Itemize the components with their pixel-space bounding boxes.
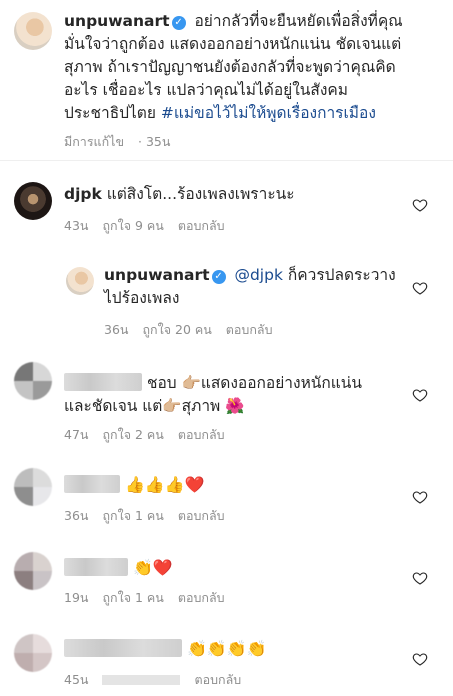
comment-text: แต่สิงโต...ร้องเพลงเพราะนะ <box>106 185 295 203</box>
comment-text-line-2: และชัดเจน แต่👉🏼สุภาพ 🌺 <box>64 397 245 415</box>
post-time: 35น <box>145 134 171 149</box>
heart-outline-icon[interactable] <box>412 197 428 213</box>
reply-mention[interactable]: @djpk <box>234 266 282 284</box>
comment-body: 👏❤️ <box>64 556 173 580</box>
blurred-likes <box>102 675 181 685</box>
comment-likes[interactable]: ถูกใจ 9 คน <box>102 218 163 233</box>
comment-meta: 47น ถูกใจ 2 คน ตอบกลับ <box>64 425 239 445</box>
reply-button[interactable]: ตอบกลับ <box>194 672 241 687</box>
comment-time: 36น <box>64 508 89 523</box>
caption-line-4: อะไร เชื่ออะไร แปลว่าคุณไม่ได้อยู่ในสังค… <box>64 81 349 99</box>
comment-likes[interactable]: ถูกใจ 2 คน <box>102 427 163 442</box>
divider <box>0 160 453 161</box>
comment-time: 19น <box>64 590 89 605</box>
comment-meta: 45น ตอบกลับ <box>64 670 255 690</box>
heart-outline-icon[interactable] <box>412 651 428 667</box>
comment-time: 47น <box>64 427 89 442</box>
reply-text-line-1: ก็ควรปลดระวาง <box>287 266 396 284</box>
comment-avatar[interactable] <box>14 468 52 506</box>
comment-body: 👍👍👍❤️ <box>64 473 205 497</box>
reply-button[interactable]: ตอบกลับ <box>178 218 225 233</box>
verified-badge-icon: ✓ <box>211 270 226 284</box>
comment-likes[interactable]: ถูกใจ 1 คน <box>102 590 163 605</box>
comment-meta: 43น ถูกใจ 9 คน ตอบกลับ <box>64 216 239 236</box>
reply-body: unpuwanart ✓ @djpk ก็ควรปลดระวาง ไปร้องเพ… <box>104 264 404 310</box>
comment-time: 45น <box>64 672 89 687</box>
comment-text: 👏❤️ <box>132 558 173 577</box>
comment-likes[interactable]: ถูกใจ 20 คน <box>142 322 211 337</box>
blurred-username[interactable] <box>64 373 142 391</box>
comment-meta: 19น ถูกใจ 1 คน ตอบกลับ <box>64 588 239 608</box>
edited-label: มีการแก้ไข <box>64 134 124 149</box>
comment-body: 👏👏👏👏 <box>64 637 267 661</box>
heart-outline-icon[interactable] <box>412 570 428 586</box>
reply-button[interactable]: ตอบกลับ <box>226 322 273 337</box>
reply-button[interactable]: ตอบกลับ <box>178 427 225 442</box>
comment-avatar[interactable] <box>14 362 52 400</box>
caption-line-5: ประชาธิปไตย <box>64 104 156 122</box>
comment-avatar[interactable] <box>14 182 52 220</box>
comment-avatar[interactable] <box>14 634 52 672</box>
comment-body: djpk แต่สิงโต...ร้องเพลงเพราะนะ <box>64 183 295 206</box>
blurred-username[interactable] <box>64 475 120 493</box>
comment-body: ชอบ 👉🏼แสดงออกอย่างหนักแน่น และชัดเจน แต่… <box>64 372 404 418</box>
post-meta: มีการแก้ไข · 35น <box>64 134 171 149</box>
comment-text: 👏👏👏👏 <box>186 639 267 658</box>
caption-line-3: สุภาพ ถ้าเราปัญญาชนยังต้องกลัวที่จะพูดว่… <box>64 58 396 76</box>
reply-text-line-2: ไปร้องเพลง <box>104 289 180 307</box>
comment-text-line-1: ชอบ 👉🏼แสดงออกอย่างหนักแน่น <box>146 374 362 392</box>
reply-button[interactable]: ตอบกลับ <box>178 590 225 605</box>
comment-time: 36น <box>104 322 129 337</box>
post-hashtag[interactable]: #แม่ขอไว้ไม่ให้พูดเรื่องการเมือง <box>161 104 376 122</box>
comment-likes[interactable]: ถูกใจ 1 คน <box>102 508 163 523</box>
caption-line-2: มั่นใจว่าถูกต้อง แสดงออกอย่างหนักแน่น ชั… <box>64 35 402 53</box>
post-author-avatar[interactable] <box>14 12 52 50</box>
reply-meta: 36น ถูกใจ 20 คน ตอบกลับ <box>104 320 287 340</box>
comment-meta: 36น ถูกใจ 1 คน ตอบกลับ <box>64 506 239 526</box>
caption-line-1: อย่ากลัวที่จะยืนหยัดเพื่อสิ่งที่คุณ <box>194 12 403 30</box>
blurred-username[interactable] <box>64 558 128 576</box>
post-caption: unpuwanart ✓ อย่ากลัวที่จะยืนหยัดเพื่อสิ่… <box>64 10 449 125</box>
heart-outline-icon[interactable] <box>412 387 428 403</box>
heart-outline-icon[interactable] <box>412 489 428 505</box>
verified-badge-icon: ✓ <box>171 16 186 30</box>
comment-time: 43น <box>64 218 89 233</box>
comment-text: 👍👍👍❤️ <box>124 475 205 494</box>
blurred-username[interactable] <box>64 639 182 657</box>
heart-outline-icon[interactable] <box>412 280 428 296</box>
comment-username[interactable]: djpk <box>64 185 102 203</box>
reply-avatar[interactable] <box>66 267 94 295</box>
reply-username[interactable]: unpuwanart <box>104 266 210 284</box>
reply-button[interactable]: ตอบกลับ <box>178 508 225 523</box>
comment-avatar[interactable] <box>14 552 52 590</box>
post-author-username[interactable]: unpuwanart <box>64 12 170 30</box>
